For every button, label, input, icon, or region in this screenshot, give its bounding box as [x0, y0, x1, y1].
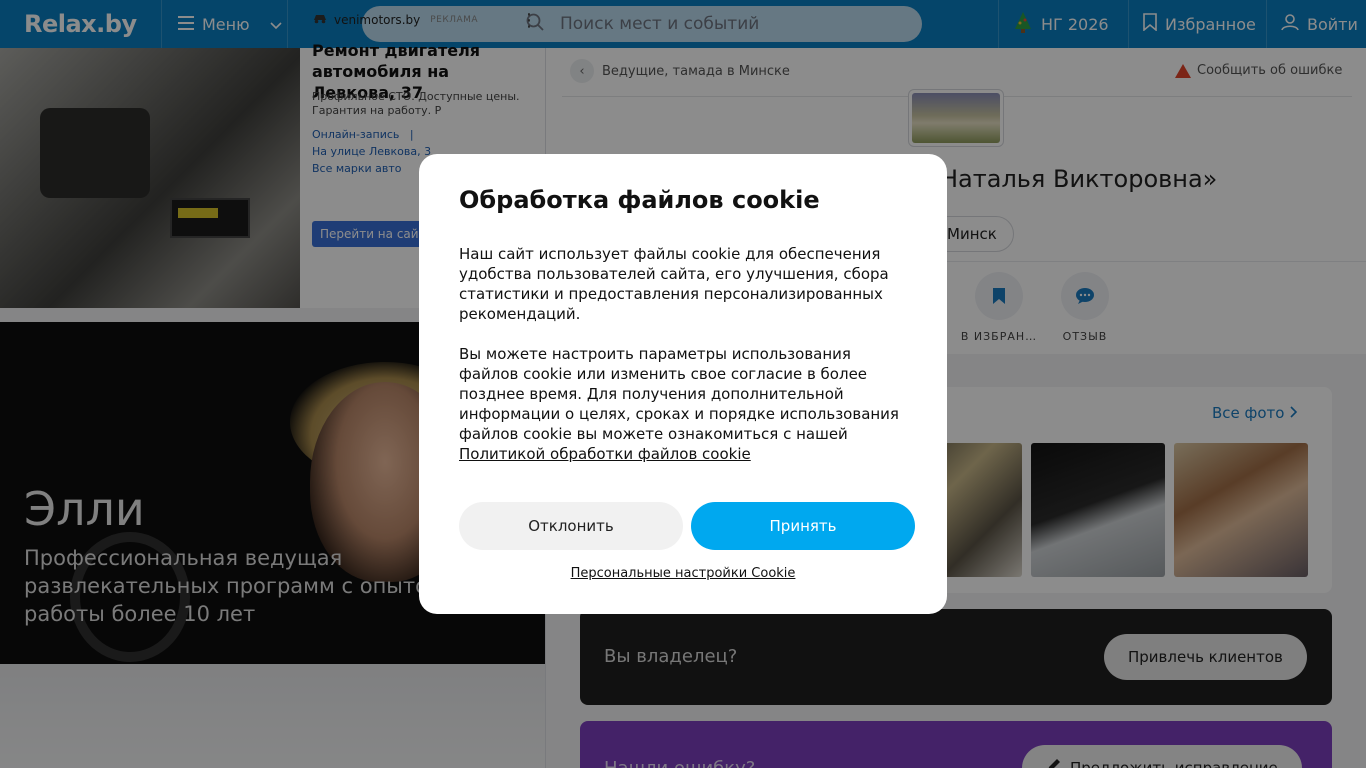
- accept-button[interactable]: Принять: [691, 502, 915, 550]
- decline-button[interactable]: Отклонить: [459, 502, 683, 550]
- cookie-dialog: Обработка файлов cookie Наш сайт использ…: [419, 154, 947, 614]
- cookie-dialog-body: Наш сайт использует файлы cookie для обе…: [459, 244, 907, 464]
- cookie-settings-link[interactable]: Персональные настройки Cookie: [419, 566, 947, 581]
- cookie-dialog-title: Обработка файлов cookie: [459, 186, 820, 214]
- cookie-policy-link[interactable]: Политикой обработки файлов cookie: [459, 445, 751, 463]
- cookie-paragraph-1: Наш сайт использует файлы cookie для обе…: [459, 245, 889, 323]
- cookie-paragraph-2: Вы можете настроить параметры использова…: [459, 345, 899, 463]
